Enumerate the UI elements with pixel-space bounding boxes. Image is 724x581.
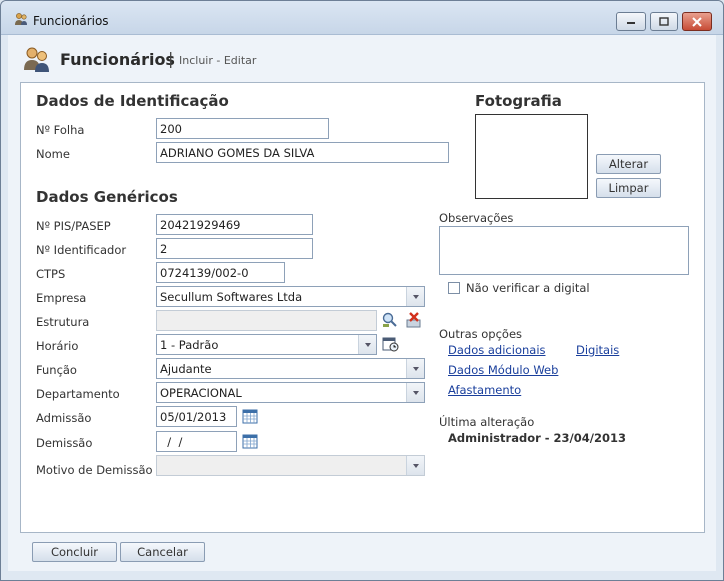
concluir-button[interactable]: Concluir — [32, 542, 117, 562]
calendar-icon[interactable] — [241, 432, 259, 450]
observacoes-textarea[interactable] — [439, 226, 689, 275]
title-bar: Funcionários — [1, 1, 723, 35]
form-panel: Dados de Identificação Nº Folha 200 Nome… — [20, 82, 705, 533]
ctps-input[interactable]: 0724139/002-0 — [156, 262, 285, 283]
identificador-input[interactable]: 2 — [156, 238, 313, 259]
departamento-value: OPERACIONAL — [160, 386, 242, 400]
identificador-label: Nº Identificador — [36, 243, 127, 257]
horario-select[interactable]: 1 - Padrão — [156, 334, 377, 355]
ultima-alteracao-value: Administrador - 23/04/2013 — [448, 431, 626, 445]
nao-verificar-digital-label[interactable]: Não verificar a digital — [466, 281, 590, 295]
admissao-input[interactable]: 05/01/2013 — [156, 406, 237, 427]
schedule-icon[interactable] — [381, 335, 399, 353]
observacoes-label: Observações — [439, 211, 514, 225]
funcao-label: Função — [36, 363, 77, 377]
empresa-label: Empresa — [36, 291, 87, 305]
demissao-label: Demissão — [36, 436, 93, 450]
page-title: Funcionários — [60, 50, 175, 69]
empresa-select[interactable]: Secullum Softwares Ltda — [156, 286, 425, 307]
close-button[interactable] — [682, 12, 712, 31]
nao-verificar-digital-checkbox[interactable] — [448, 282, 460, 294]
horario-label: Horário — [36, 339, 79, 353]
folha-label: Nº Folha — [36, 123, 85, 137]
motivo-label: Motivo de Demissão — [36, 463, 153, 477]
funcao-select[interactable]: Ajudante — [156, 358, 425, 379]
chevron-down-icon[interactable] — [406, 456, 424, 475]
page-subtitle: Incluir - Editar — [179, 54, 257, 67]
close-icon — [692, 16, 702, 27]
link-afastamento[interactable]: Afastamento — [448, 383, 521, 397]
demissao-input[interactable]: / / — [156, 431, 237, 452]
chevron-down-icon[interactable] — [406, 383, 424, 402]
link-dados-modulo-web[interactable]: Dados Módulo Web — [448, 363, 558, 377]
photo-section-title: Fotografia — [475, 92, 562, 110]
identification-section-title: Dados de Identificação — [36, 92, 229, 110]
maximize-button[interactable] — [650, 12, 678, 31]
window-title: Funcionários — [33, 14, 109, 28]
folha-input[interactable]: 200 — [156, 118, 329, 139]
minimize-icon — [627, 21, 635, 24]
chevron-down-icon[interactable] — [406, 359, 424, 378]
calendar-icon[interactable] — [241, 407, 259, 425]
clear-icon[interactable] — [405, 311, 423, 329]
photo-box — [475, 114, 588, 199]
cancelar-button[interactable]: Cancelar — [120, 542, 205, 562]
users-icon — [24, 47, 49, 72]
horario-value: 1 - Padrão — [160, 338, 219, 352]
link-digitais[interactable]: Digitais — [576, 343, 619, 357]
generic-section-title: Dados Genéricos — [36, 188, 178, 206]
funcao-value: Ajudante — [160, 362, 212, 376]
link-dados-adicionais[interactable]: Dados adicionais — [448, 343, 546, 357]
estrutura-input[interactable] — [156, 310, 377, 331]
header-separator: | — [168, 49, 174, 68]
motivo-select[interactable] — [156, 455, 425, 476]
ultima-alteracao-label: Última alteração — [439, 415, 535, 429]
user-icon — [15, 13, 27, 25]
chevron-down-icon[interactable] — [406, 287, 424, 306]
content-area: Funcionários | Incluir - Editar Dados de… — [8, 35, 716, 571]
maximize-icon — [659, 17, 669, 26]
estrutura-label: Estrutura — [36, 315, 90, 329]
pis-label: Nº PIS/PASEP — [36, 219, 111, 233]
limpar-button[interactable]: Limpar — [596, 178, 661, 198]
nome-label: Nome — [36, 147, 70, 161]
chevron-down-icon[interactable] — [358, 335, 376, 354]
admissao-label: Admissão — [36, 411, 92, 425]
window: Funcionários Funcionários | Incluir - Ed… — [0, 0, 724, 581]
departamento-label: Departamento — [36, 387, 120, 401]
alterar-button[interactable]: Alterar — [596, 154, 661, 174]
search-structure-icon[interactable] — [381, 311, 399, 329]
ctps-label: CTPS — [36, 267, 66, 281]
minimize-button[interactable] — [616, 12, 646, 31]
departamento-select[interactable]: OPERACIONAL — [156, 382, 425, 403]
nome-input[interactable]: ADRIANO GOMES DA SILVA — [156, 142, 449, 163]
pis-input[interactable]: 20421929469 — [156, 214, 313, 235]
outras-opcoes-label: Outras opções — [439, 327, 523, 341]
empresa-value: Secullum Softwares Ltda — [160, 290, 303, 304]
